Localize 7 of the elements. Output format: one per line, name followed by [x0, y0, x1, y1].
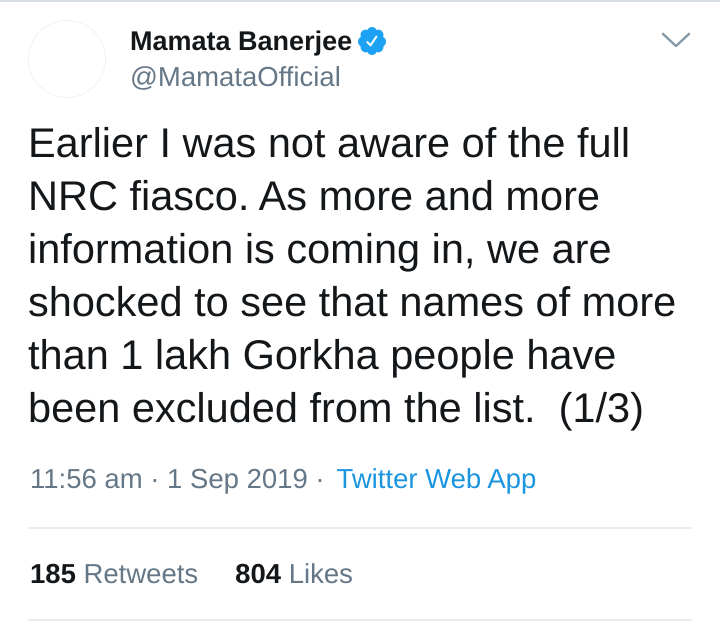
chevron-down-icon[interactable] — [660, 30, 692, 50]
stat-link[interactable]: 804 Likes — [235, 557, 353, 591]
author-name[interactable]: Mamata Banerjee — [130, 24, 352, 58]
stat-link[interactable]: 185 Retweets — [30, 557, 198, 591]
tweet-timestamp: 11:56 am · 1 Sep 2019 · — [30, 462, 325, 496]
author-handle[interactable]: @MamataOfficial — [130, 60, 341, 94]
tweet-text: Earlier I was not aware of the full NRC fiasco. As more and more information is coming in, we are shocked to see that names of more than 1 lakh Gorkha people have been excluded from the list. (1/3) — [28, 118, 678, 433]
